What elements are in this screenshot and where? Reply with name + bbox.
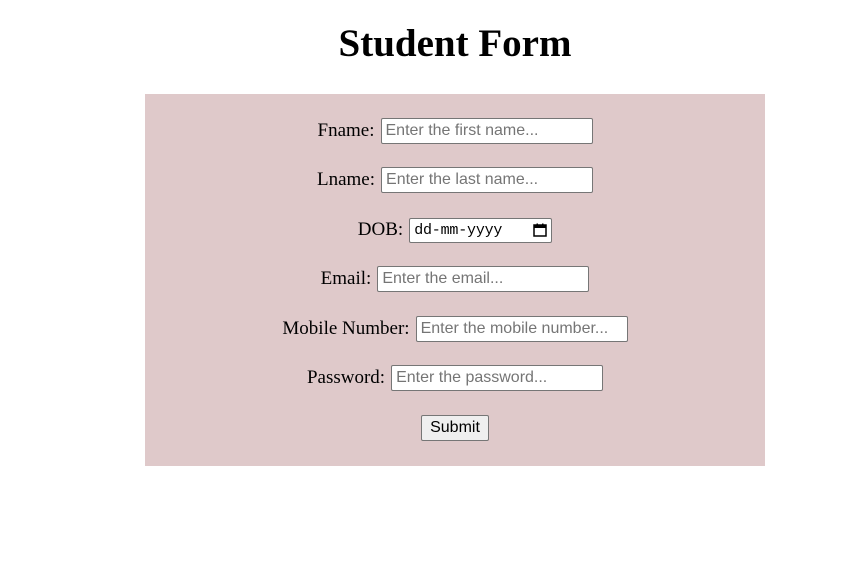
mobile-row: Mobile Number: <box>145 315 765 343</box>
dob-placeholder: dd-mm-yyyy <box>414 221 503 239</box>
password-row: Password: <box>145 364 765 392</box>
password-input[interactable] <box>391 365 604 391</box>
email-row: Email: <box>145 265 765 293</box>
submit-button[interactable]: Submit <box>421 415 489 441</box>
dob-input[interactable]: dd-mm-yyyy <box>409 217 553 243</box>
email-label: Email: <box>320 268 372 289</box>
email-input[interactable] <box>377 266 590 292</box>
mobile-input[interactable] <box>415 316 628 342</box>
page: Student Form Fname: Lname: DOB: dd-mm-yy… <box>0 0 856 586</box>
fname-input[interactable] <box>380 118 593 144</box>
mobile-label: Mobile Number: <box>282 318 410 339</box>
calendar-icon[interactable] <box>533 223 547 237</box>
lname-row: Lname: <box>145 166 765 194</box>
password-label: Password: <box>306 367 386 388</box>
fname-label: Fname: <box>317 120 375 141</box>
lname-label: Lname: <box>316 169 376 190</box>
submit-row: Submit <box>145 414 765 442</box>
student-form: Fname: Lname: DOB: dd-mm-yyyy <box>145 94 765 466</box>
lname-input[interactable] <box>381 167 594 193</box>
page-title: Student Form <box>338 22 572 65</box>
fname-row: Fname: <box>145 117 765 145</box>
dob-label: DOB: <box>357 219 404 240</box>
dob-row: DOB: dd-mm-yyyy <box>145 216 765 244</box>
